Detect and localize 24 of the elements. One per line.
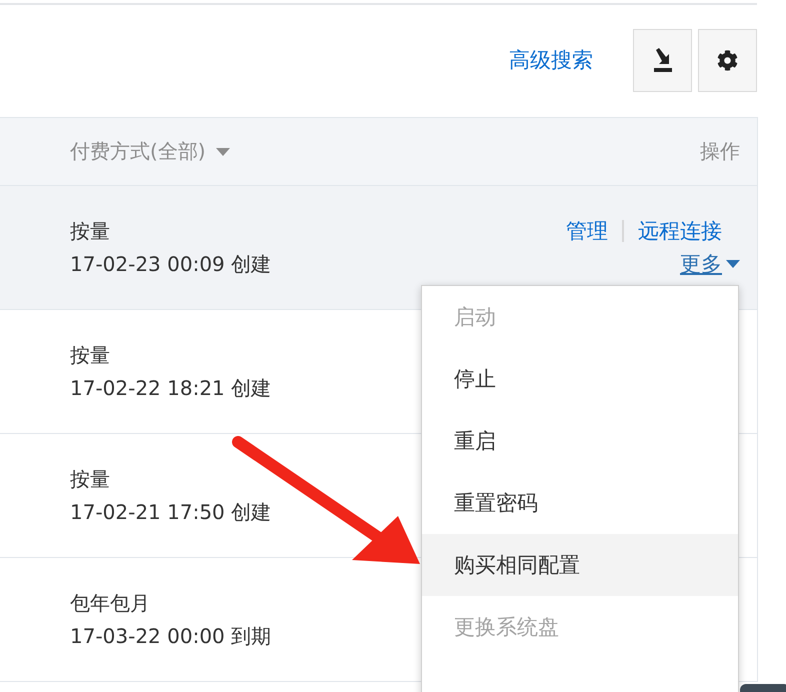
billing-type: 按量 <box>70 218 111 244</box>
menu-item[interactable]: 购买相同配置 <box>422 534 738 596</box>
billing-type: 按量 <box>70 466 111 492</box>
column-header: 操作 <box>700 138 740 165</box>
advanced-search-link[interactable]: 高级搜索 <box>509 46 593 74</box>
menu-item[interactable]: 重置密码 <box>422 472 738 534</box>
time-text: 17-02-23 00:09 创建 <box>70 250 272 278</box>
download-icon <box>652 48 674 72</box>
menu-item[interactable]: 停止 <box>422 348 738 410</box>
more-link[interactable]: 更多 <box>680 250 740 278</box>
billing-type: 按量 <box>70 342 111 368</box>
time-text: 17-02-21 17:50 创建 <box>70 498 272 526</box>
settings-button[interactable] <box>698 28 757 92</box>
action-link[interactable]: 管理 <box>566 217 608 245</box>
download-button[interactable] <box>633 28 692 92</box>
time-text: 17-02-22 18:21 创建 <box>70 374 272 402</box>
caret-icon <box>216 148 230 156</box>
menu-item[interactable]: 重启 <box>422 410 738 472</box>
billing-type: 包年包月 <box>70 590 151 616</box>
settings-icon <box>717 50 738 70</box>
action-link[interactable]: 远程连接 <box>638 217 722 245</box>
time-text: 17-03-22 00:00 到期 <box>70 622 272 650</box>
caret-icon <box>726 260 740 268</box>
column-header[interactable]: 付费方式(全部) <box>70 138 230 165</box>
